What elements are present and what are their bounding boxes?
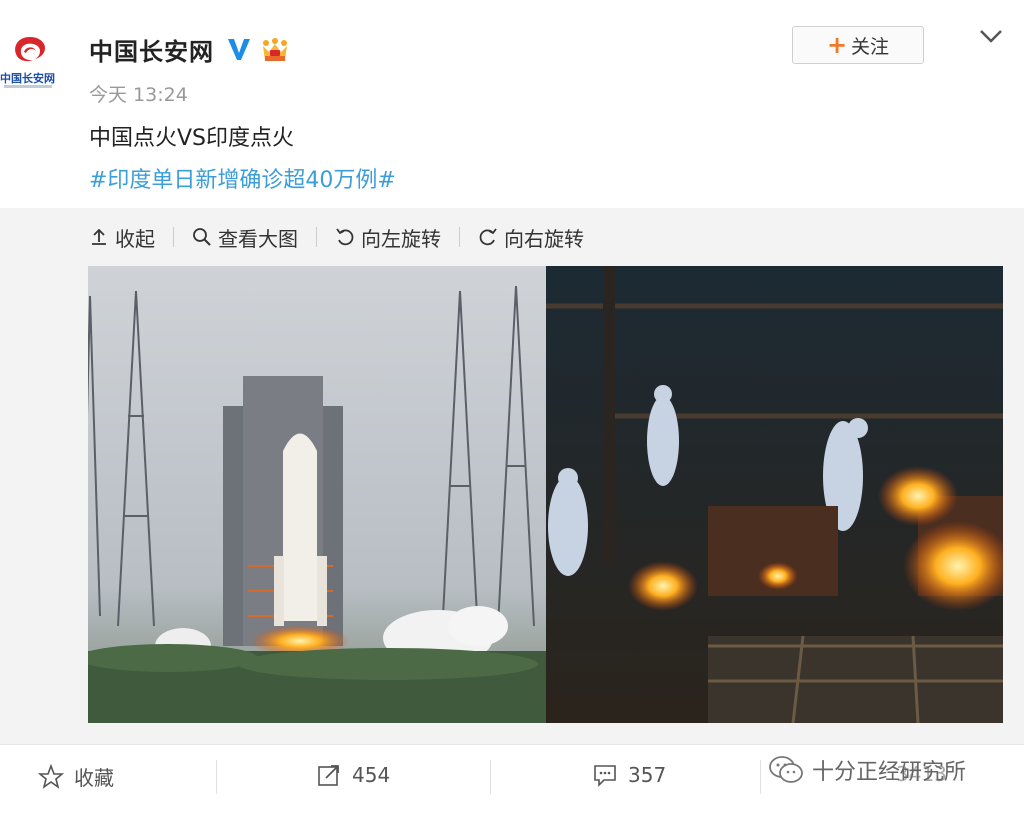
author-name[interactable]: 中国长安网 [89, 32, 214, 67]
repost-icon [318, 765, 339, 786]
view-large-button[interactable]: 查看大图 [192, 223, 298, 252]
wechat-icon [769, 756, 803, 783]
toolbar-divider [459, 227, 460, 247]
rotate-left-icon [336, 228, 354, 246]
footer-divider [760, 760, 761, 794]
changan-logo-icon [15, 37, 45, 62]
follow-button[interactable]: + 关注 [792, 26, 924, 64]
plus-icon: + [826, 31, 848, 59]
favorite-button[interactable]: 收藏 [38, 762, 114, 791]
verified-v-icon [228, 39, 250, 60]
repost-count: 454 [352, 763, 391, 787]
collapse-label: 收起 [115, 226, 155, 251]
footer-divider [490, 760, 491, 794]
avatar-subtitle-line [4, 85, 52, 88]
rotate-left-button[interactable]: 向左旋转 [335, 223, 441, 252]
hashtag-link[interactable]: #印度单日新增确诊超40万例# [89, 162, 396, 194]
view-large-label: 查看大图 [218, 226, 298, 251]
post-time[interactable]: 今天 13:24 [89, 80, 188, 107]
rotate-left-label: 向左旋转 [361, 226, 441, 251]
collapse-up-icon [92, 228, 106, 245]
post-image[interactable] [88, 266, 1003, 723]
rocket-launch-photo [88, 266, 546, 723]
vip-crown-icon[interactable] [260, 38, 290, 64]
comment-icon [594, 765, 616, 787]
comment-count: 357 [628, 763, 667, 787]
chevron-down-icon[interactable] [978, 26, 1004, 46]
collapse-button[interactable]: 收起 [89, 223, 155, 252]
avatar-brand-text: 中国长安网 [0, 72, 55, 85]
toolbar-divider [316, 227, 317, 247]
toolbar-divider [173, 227, 174, 247]
watermark-text: 十分正经研究所 [812, 760, 967, 785]
follow-label: 关注 [851, 35, 890, 58]
image-composite [88, 266, 1003, 723]
image-toolbar: 收起 查看大图 向左旋转 向右旋转 [89, 222, 584, 252]
favorite-label: 收藏 [74, 766, 114, 790]
cremation-photo [546, 266, 1003, 723]
rotate-right-button[interactable]: 向右旋转 [478, 223, 584, 252]
author-avatar[interactable]: 中国长安网 [0, 28, 70, 98]
star-icon [38, 763, 64, 789]
rotate-right-label: 向右旋转 [504, 226, 584, 251]
comment-button[interactable]: 357 [592, 762, 666, 788]
wechat-watermark: 十分正经研究所 [768, 754, 966, 786]
repost-button[interactable]: 454 [316, 762, 390, 788]
footer-divider [216, 760, 217, 794]
search-icon [193, 228, 211, 246]
rotate-right-icon [479, 228, 497, 246]
post-text: 中国点火VS印度点火 [89, 126, 295, 151]
